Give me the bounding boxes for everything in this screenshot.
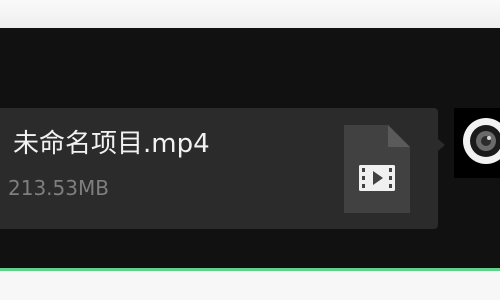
file-size: 213.53MB xyxy=(8,176,109,200)
file-name[interactable]: 未命名项目.mp4 xyxy=(13,127,210,161)
message-input-area[interactable] xyxy=(0,271,500,300)
sender-avatar[interactable] xyxy=(454,108,500,178)
title-bar-edge xyxy=(0,0,500,28)
video-file-icon[interactable] xyxy=(344,125,410,213)
camera-lens-icon xyxy=(454,108,500,178)
chat-window: 未命名项目.mp4 213.53MB xyxy=(0,0,500,300)
bubble-tail xyxy=(437,138,445,152)
